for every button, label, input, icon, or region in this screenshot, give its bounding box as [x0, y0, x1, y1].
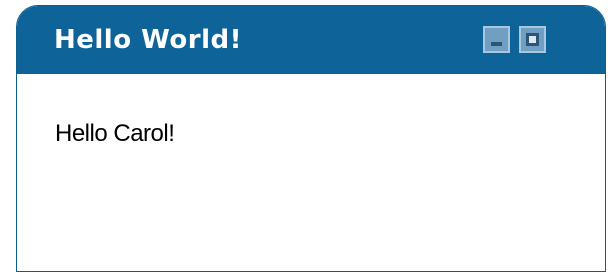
minimize-icon — [491, 42, 502, 46]
maximize-icon — [526, 33, 539, 46]
portlet-content: Hello Carol! — [17, 74, 605, 271]
portlet-title-bar: Hello World! — [17, 6, 605, 74]
minimize-button[interactable] — [483, 26, 510, 53]
maximize-button[interactable] — [519, 26, 546, 53]
greeting-message: Hello Carol! — [55, 120, 175, 147]
portlet-title: Hello World! — [54, 25, 242, 55]
hello-world-portlet: Hello World! Hello Carol! — [16, 5, 606, 272]
